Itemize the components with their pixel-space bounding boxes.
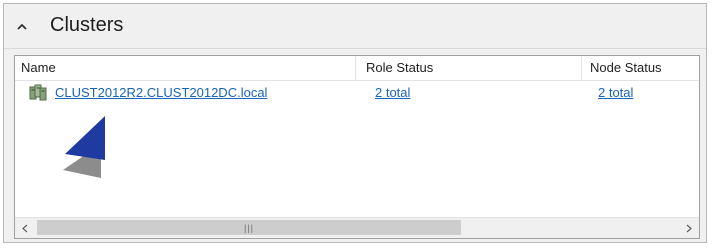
horizontal-scrollbar[interactable]: ||| — [15, 217, 699, 238]
column-divider[interactable] — [581, 56, 582, 80]
scrollbar-thumb[interactable]: ||| — [37, 220, 461, 235]
scroll-left-button[interactable] — [15, 218, 35, 238]
scroll-right-button[interactable] — [679, 218, 699, 238]
clusters-panel: Clusters Name Role Status Node Status CL… — [3, 3, 707, 243]
column-header-node-status[interactable]: Node Status — [584, 56, 701, 80]
cluster-name-link[interactable]: CLUST2012R2.CLUST2012DC.local — [55, 85, 267, 100]
node-status-link[interactable]: 2 total — [598, 85, 633, 100]
role-status-link[interactable]: 2 total — [375, 85, 410, 100]
column-headers: Name Role Status Node Status — [15, 56, 699, 81]
column-header-role-status[interactable]: Role Status — [360, 56, 580, 80]
scroll-left-icon — [22, 224, 28, 232]
panel-title: Clusters — [50, 14, 124, 36]
column-header-name[interactable]: Name — [15, 56, 355, 80]
collapse-button[interactable] — [14, 18, 30, 34]
grip-icon: ||| — [243, 222, 254, 233]
chevron-up-icon — [17, 23, 27, 30]
scroll-right-icon — [686, 224, 692, 232]
clusters-grid: Name Role Status Node Status CLUST2012R2… — [14, 55, 700, 239]
pointer-arrow-icon — [63, 116, 105, 178]
cluster-icon — [29, 84, 47, 102]
column-divider[interactable] — [355, 56, 356, 80]
table-row[interactable]: CLUST2012R2.CLUST2012DC.local 2 total 2 … — [15, 82, 699, 104]
panel-header: Clusters — [4, 4, 706, 49]
